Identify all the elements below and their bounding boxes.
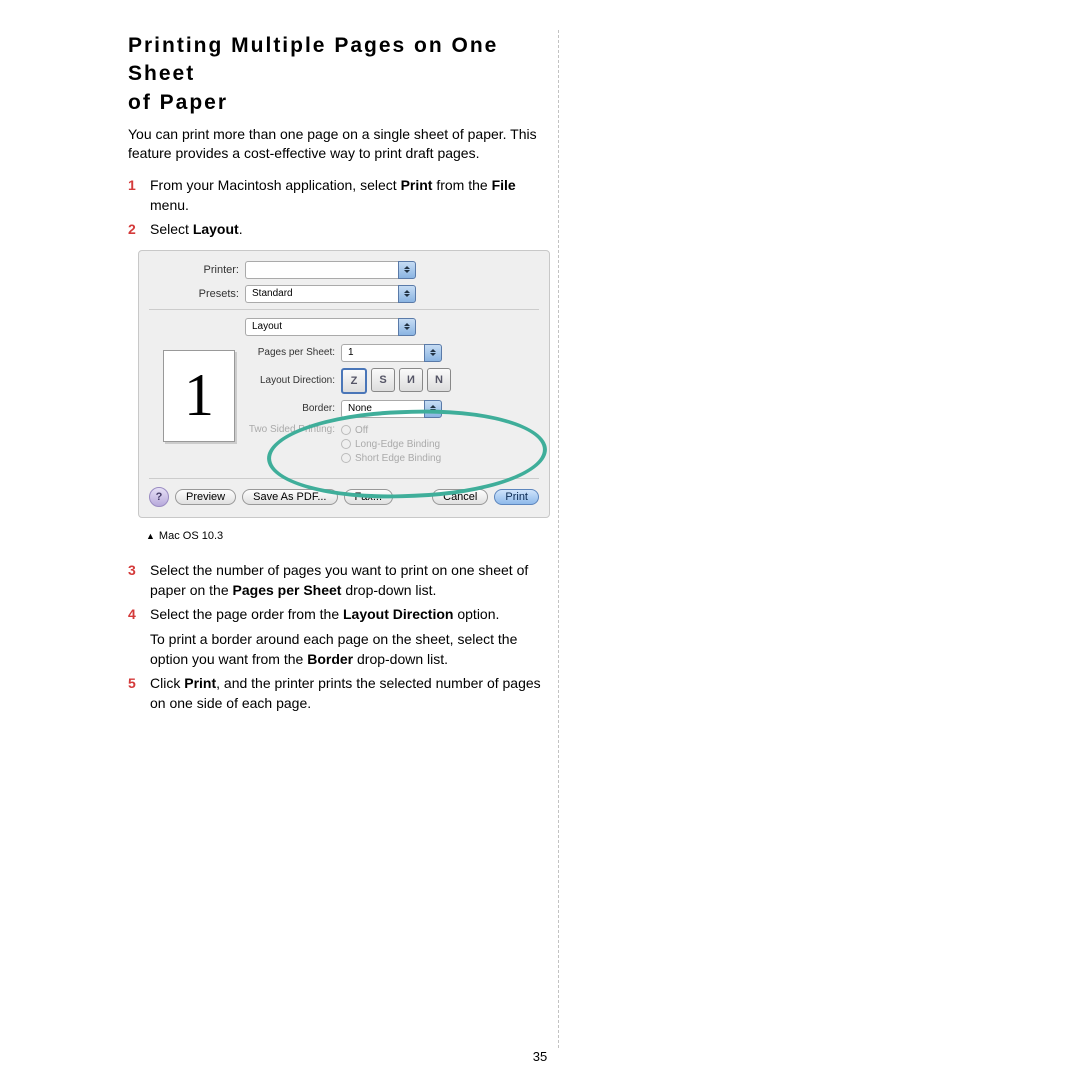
preview-button[interactable]: Preview (175, 489, 236, 505)
section-title: Printing Multiple Pages on One Sheet of … (128, 32, 548, 117)
two-sided-off: Off (341, 424, 441, 438)
layout-dir-3[interactable]: И (399, 368, 423, 392)
layout-direction-buttons: Z S И N (341, 368, 451, 394)
two-sided-long: Long-Edge Binding (341, 438, 441, 452)
title-line2: of Paper (128, 89, 548, 117)
two-sided-options: Off Long-Edge Binding Short Edge Binding (341, 424, 441, 466)
section-dropdown[interactable]: Layout (245, 318, 416, 336)
title-line1: Printing Multiple Pages on One Sheet (128, 32, 548, 89)
screenshot-caption: ▲Mac OS 10.3 (146, 530, 548, 542)
step-3-text: Select the number of pages you want to p… (150, 562, 528, 598)
layout-dir-4[interactable]: N (427, 368, 451, 392)
step-2-text: Select Layout. (150, 221, 243, 237)
step-4-sub: To print a border around each page on th… (150, 629, 548, 670)
chevron-updown-icon (398, 285, 416, 303)
printer-dropdown[interactable] (245, 261, 416, 279)
step-4-text: Select the page order from the Layout Di… (150, 606, 499, 622)
help-button[interactable]: ? (149, 487, 169, 507)
triangle-icon: ▲ (146, 531, 155, 541)
page-number: 35 (0, 1049, 1080, 1064)
presets-dropdown[interactable]: Standard (245, 285, 416, 303)
chevron-updown-icon (398, 261, 416, 279)
layout-direction-label: Layout Direction: (247, 375, 341, 386)
step-number-5: 5 (128, 673, 136, 693)
two-sided-label: Two Sided Printing: (247, 424, 341, 435)
chevron-updown-icon (424, 344, 442, 362)
step-number-3: 3 (128, 560, 136, 580)
two-sided-short: Short Edge Binding (341, 452, 441, 466)
column-divider (558, 30, 559, 1048)
chevron-updown-icon (398, 318, 416, 336)
step-number-4: 4 (128, 604, 136, 624)
border-label: Border: (247, 403, 341, 414)
step-number-1: 1 (128, 175, 136, 195)
print-button[interactable]: Print (494, 489, 539, 505)
page-preview: 1 (163, 350, 235, 442)
step-5-text: Click Print, and the printer prints the … (150, 675, 541, 711)
intro-text: You can print more than one page on a si… (128, 125, 548, 163)
pages-per-sheet-label: Pages per Sheet: (247, 347, 341, 358)
chevron-updown-icon (424, 400, 442, 418)
layout-dir-2[interactable]: S (371, 368, 395, 392)
cancel-button[interactable]: Cancel (432, 489, 488, 505)
presets-label: Presets: (149, 288, 245, 300)
printer-label: Printer: (149, 264, 245, 276)
pages-per-sheet-dropdown[interactable]: 1 (341, 344, 442, 362)
layout-dir-1[interactable]: Z (341, 368, 367, 394)
save-as-pdf-button[interactable]: Save As PDF... (242, 489, 337, 505)
step-1-text: From your Macintosh application, select … (150, 177, 516, 213)
fax-button[interactable]: Fax... (344, 489, 394, 505)
border-dropdown[interactable]: None (341, 400, 442, 418)
step-number-2: 2 (128, 219, 136, 239)
print-dialog: Printer: Presets: Standard Layout (138, 250, 550, 518)
